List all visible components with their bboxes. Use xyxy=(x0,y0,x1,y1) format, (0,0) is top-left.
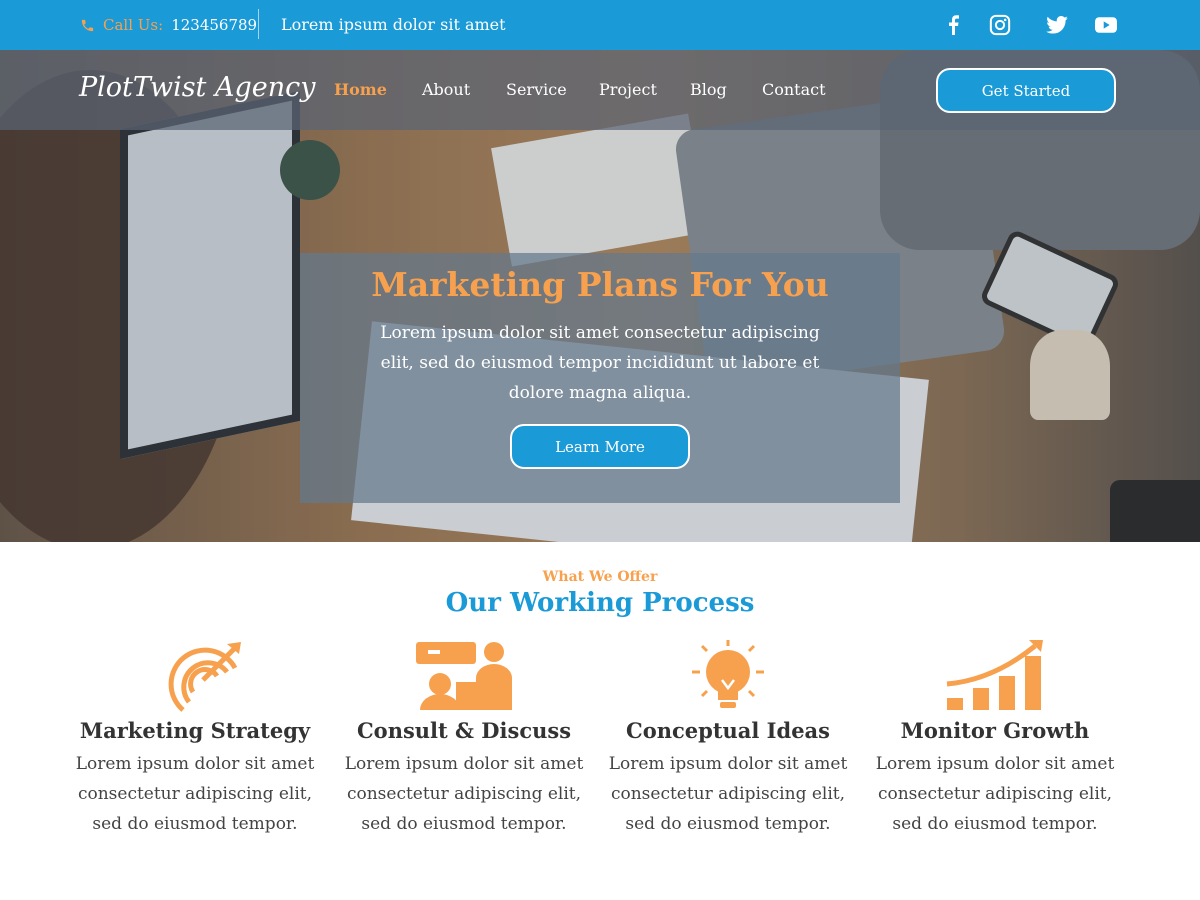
topbar-tagline: Lorem ipsum dolor sit amet xyxy=(281,15,506,34)
consult-icon xyxy=(416,642,512,710)
feature-title: Monitor Growth xyxy=(900,718,1090,743)
topbar-divider xyxy=(258,9,259,39)
learn-more-button[interactable]: Learn More xyxy=(510,424,690,469)
hero-content-box: Marketing Plans For You Lorem ipsum dolo… xyxy=(300,253,900,503)
feature-title: Marketing Strategy xyxy=(79,718,311,743)
feature-consult-discuss: Consult & Discuss Lorem ipsum dolor sit … xyxy=(334,640,594,839)
nav-project[interactable]: Project xyxy=(599,80,657,99)
youtube-icon[interactable] xyxy=(1094,13,1118,37)
feature-title: Consult & Discuss xyxy=(356,718,572,743)
target-icon xyxy=(168,642,241,712)
site-logo[interactable]: PlotTwist Agency xyxy=(79,72,316,103)
feature-marketing-strategy: Marketing Strategy Lorem ipsum dolor sit… xyxy=(65,640,325,839)
section-eyebrow: What We Offer xyxy=(542,569,658,585)
hero-section: PlotTwist Agency Home About Service Proj… xyxy=(0,50,1200,542)
twitter-icon[interactable] xyxy=(1045,13,1069,37)
section-title: Our Working Process xyxy=(445,588,755,618)
phone-number[interactable]: 123456789 xyxy=(171,16,257,34)
top-bar: Call Us: 123456789 Lorem ipsum dolor sit… xyxy=(0,0,1200,50)
feature-title: Conceptual Ideas xyxy=(626,718,830,743)
instagram-icon[interactable] xyxy=(988,13,1012,37)
nav-blog[interactable]: Blog xyxy=(690,80,727,99)
nav-contact[interactable]: Contact xyxy=(762,80,826,99)
call-label: Call Us: xyxy=(103,16,164,34)
phone-icon xyxy=(81,19,94,31)
lightbulb-icon xyxy=(692,640,764,708)
nav-service[interactable]: Service xyxy=(506,80,567,99)
hero-title: Marketing Plans For You xyxy=(371,265,829,304)
facebook-icon[interactable] xyxy=(941,13,965,37)
main-navbar: PlotTwist Agency Home About Service Proj… xyxy=(0,50,1200,130)
feature-text: Lorem ipsum dolor sit amet consectetur a… xyxy=(344,754,584,834)
feature-text: Lorem ipsum dolor sit amet consectetur a… xyxy=(75,754,315,834)
feature-text: Lorem ipsum dolor sit amet consectetur a… xyxy=(875,754,1115,834)
hero-text: Lorem ipsum dolor sit amet consectetur a… xyxy=(380,323,820,403)
nav-about[interactable]: About xyxy=(422,80,470,99)
growth-chart-icon xyxy=(946,640,1043,710)
feature-text: Lorem ipsum dolor sit amet consectetur a… xyxy=(608,754,848,834)
nav-home[interactable]: Home xyxy=(334,80,387,99)
feature-monitor-growth: Monitor Growth Lorem ipsum dolor sit ame… xyxy=(865,640,1125,839)
call-info: Call Us: 123456789 xyxy=(80,16,257,34)
feature-conceptual-ideas: Conceptual Ideas Lorem ipsum dolor sit a… xyxy=(598,640,858,839)
get-started-button[interactable]: Get Started xyxy=(936,68,1116,113)
